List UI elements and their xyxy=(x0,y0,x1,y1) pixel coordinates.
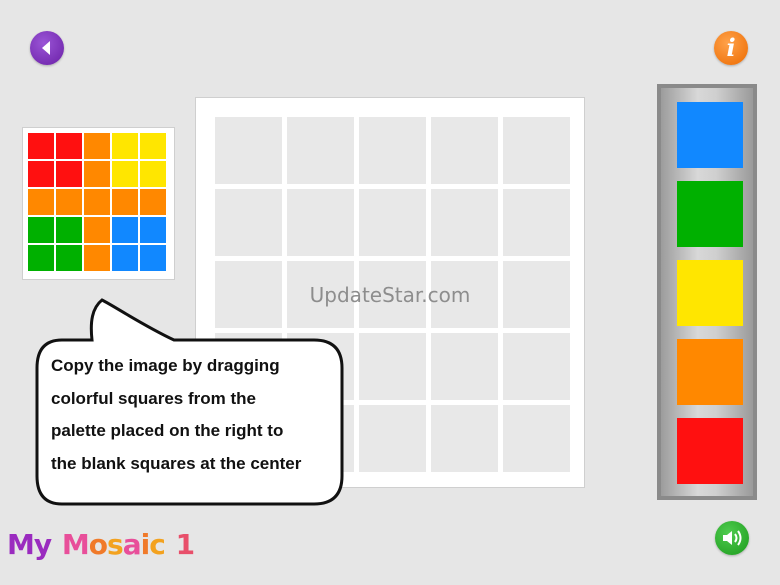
target-cell xyxy=(56,133,82,159)
target-cell xyxy=(84,161,110,187)
instruction-line: palette placed on the right to xyxy=(51,421,284,440)
board-cell[interactable] xyxy=(359,117,426,184)
target-cell xyxy=(28,161,54,187)
logo-letter: M xyxy=(7,528,35,561)
target-cell xyxy=(28,133,54,159)
logo-letter: i xyxy=(140,528,151,561)
info-button[interactable]: i xyxy=(714,31,748,65)
target-cell xyxy=(140,245,166,271)
palette-swatch-green[interactable] xyxy=(677,181,743,247)
info-icon: i xyxy=(726,33,736,62)
logo-letter xyxy=(165,528,174,561)
board-cell[interactable] xyxy=(503,117,570,184)
instruction-line: the blank squares at the center xyxy=(51,453,302,473)
palette-swatch-blue[interactable] xyxy=(677,102,743,168)
board-cell[interactable] xyxy=(287,117,354,184)
target-cell xyxy=(140,189,166,215)
board-cell[interactable] xyxy=(359,333,426,400)
instruction-bubble: Copy the image by dragging colorful squa… xyxy=(34,294,346,508)
logo-letter: 1 xyxy=(175,528,196,561)
logo-letter: s xyxy=(107,528,124,561)
board-cell[interactable] xyxy=(503,189,570,256)
target-cell xyxy=(140,161,166,187)
target-cell xyxy=(28,217,54,243)
target-cell xyxy=(84,189,110,215)
target-cell xyxy=(112,189,138,215)
target-cell xyxy=(56,245,82,271)
board-cell[interactable] xyxy=(431,333,498,400)
target-cell xyxy=(28,189,54,215)
board-cell[interactable] xyxy=(503,405,570,472)
target-cell xyxy=(84,133,110,159)
board-cell[interactable] xyxy=(215,117,282,184)
logo-letter: c xyxy=(149,528,166,561)
board-cell[interactable] xyxy=(359,189,426,256)
logo-letter: M xyxy=(61,528,90,561)
back-button[interactable] xyxy=(30,31,64,65)
logo-letter: o xyxy=(88,528,108,561)
target-cell xyxy=(56,189,82,215)
board-cell[interactable] xyxy=(287,189,354,256)
board-cell[interactable] xyxy=(359,405,426,472)
target-cell xyxy=(56,217,82,243)
back-arrow-icon xyxy=(42,41,50,55)
logo-letter: a xyxy=(122,528,142,561)
instruction-line: Copy the image by dragging xyxy=(51,356,280,375)
logo-letter: y xyxy=(33,528,52,561)
target-cell xyxy=(112,161,138,187)
target-cell xyxy=(140,217,166,243)
target-cell xyxy=(56,161,82,187)
target-cell xyxy=(112,133,138,159)
target-cell xyxy=(84,245,110,271)
speaker-icon xyxy=(723,530,742,546)
target-cell xyxy=(28,245,54,271)
board-cell[interactable] xyxy=(431,405,498,472)
palette-swatch-yellow[interactable] xyxy=(677,260,743,326)
instruction-line: colorful squares from the xyxy=(51,388,256,408)
board-cell[interactable] xyxy=(215,189,282,256)
sound-button[interactable] xyxy=(715,521,749,555)
target-cell xyxy=(112,217,138,243)
palette-swatch-red[interactable] xyxy=(677,418,743,484)
target-image-grid xyxy=(28,133,166,271)
logo-letter xyxy=(51,528,60,561)
instruction-text: Copy the image by dragging colorful squa… xyxy=(51,350,341,480)
target-cell xyxy=(112,245,138,271)
board-cell[interactable] xyxy=(503,333,570,400)
target-image xyxy=(23,128,174,279)
target-cell xyxy=(84,217,110,243)
target-cell xyxy=(140,133,166,159)
board-cell[interactable] xyxy=(431,189,498,256)
board-cell[interactable] xyxy=(431,117,498,184)
palette-swatch-orange[interactable] xyxy=(677,339,743,405)
color-palette xyxy=(657,84,757,500)
app-logo: My Mosaic 1 xyxy=(7,528,196,561)
